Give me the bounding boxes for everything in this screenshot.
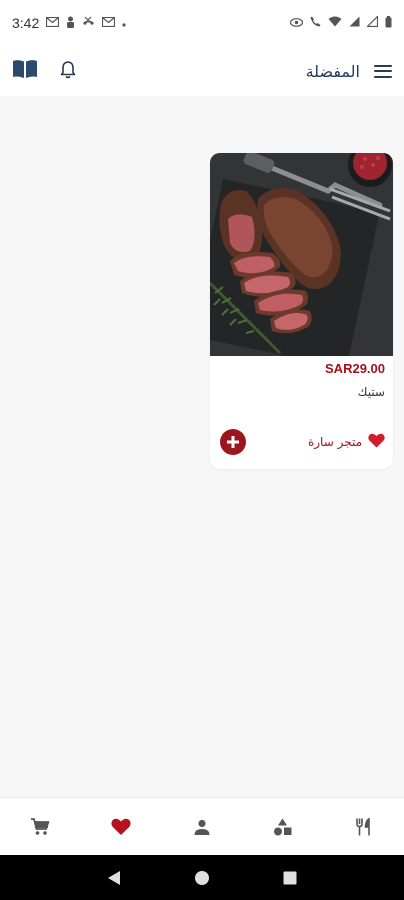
hamburger-menu-icon[interactable] xyxy=(374,64,392,78)
battery-icon xyxy=(385,15,392,31)
add-to-cart-button[interactable] xyxy=(220,429,246,455)
back-icon xyxy=(108,870,120,885)
card-footer: متجر سارة xyxy=(220,429,385,455)
favorites-list: SAR29.00 ستيك متجر سارة xyxy=(0,96,404,796)
header-left xyxy=(12,59,76,83)
person-icon xyxy=(66,16,75,31)
product-name: ستيك xyxy=(357,385,385,399)
recents-icon xyxy=(283,871,297,884)
recents-button[interactable] xyxy=(275,863,305,893)
call-icon xyxy=(310,16,321,30)
status-bar: 3:42 xyxy=(0,0,404,46)
eye-icon xyxy=(289,16,304,30)
home-button[interactable] xyxy=(187,863,217,893)
nav-favorites[interactable] xyxy=(101,807,141,847)
product-card[interactable]: SAR29.00 ستيك متجر سارة xyxy=(210,153,393,469)
profile-icon xyxy=(194,819,210,835)
heart-icon xyxy=(111,818,131,835)
cart-icon xyxy=(31,817,50,835)
signal-icon xyxy=(366,15,379,30)
gmail-icon xyxy=(46,16,60,30)
dot-icon xyxy=(122,16,126,30)
missed-call-icon xyxy=(82,16,95,31)
heart-icon[interactable] xyxy=(368,433,385,452)
store-info: متجر سارة xyxy=(308,433,385,452)
nav-categories[interactable] xyxy=(263,807,303,847)
restaurant-icon xyxy=(355,817,370,835)
wifi-icon xyxy=(328,16,342,30)
status-left: 3:42 xyxy=(12,15,126,31)
status-right xyxy=(289,15,392,31)
home-icon xyxy=(195,870,209,885)
system-nav-bar xyxy=(0,855,404,900)
header-right: المفضلة xyxy=(306,62,392,81)
page-title: المفضلة xyxy=(305,61,360,81)
status-time: 3:42 xyxy=(12,15,40,31)
product-price: SAR29.00 xyxy=(325,361,385,376)
nav-restaurants[interactable] xyxy=(344,807,384,847)
back-button[interactable] xyxy=(99,863,129,893)
nav-cart[interactable] xyxy=(20,807,60,847)
book-icon[interactable] xyxy=(12,59,38,83)
bottom-nav xyxy=(0,797,404,855)
plus-icon xyxy=(227,436,239,448)
store-name: متجر سارة xyxy=(307,435,362,449)
bell-icon[interactable] xyxy=(60,60,76,83)
app-header: المفضلة xyxy=(0,46,404,96)
product-image xyxy=(210,153,393,356)
gmail-icon xyxy=(102,16,116,30)
signal-icon xyxy=(349,16,360,30)
nav-profile[interactable] xyxy=(182,807,222,847)
categories-icon xyxy=(274,818,292,835)
